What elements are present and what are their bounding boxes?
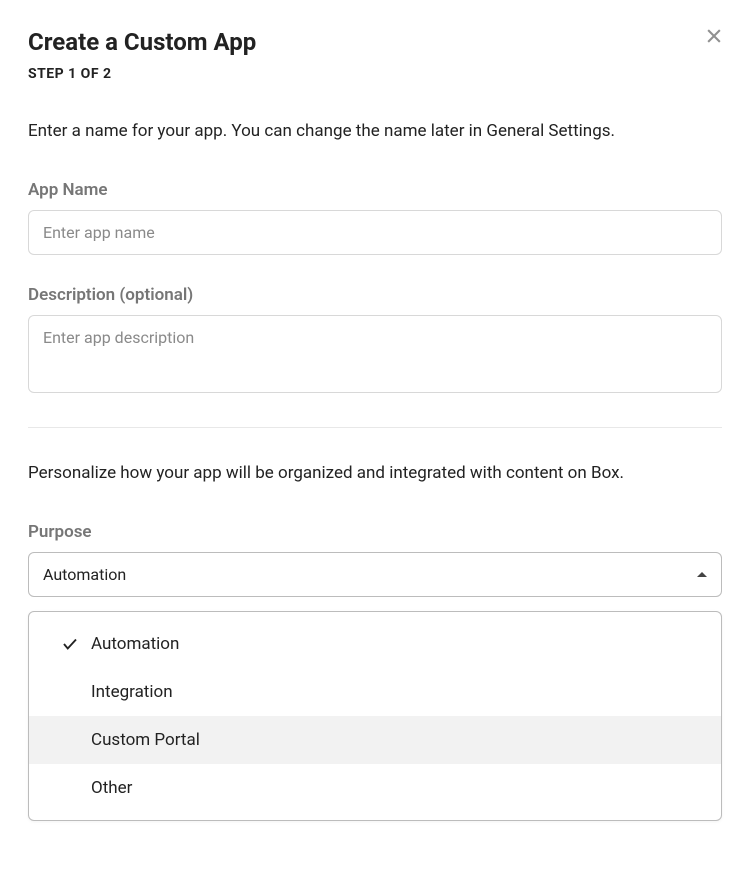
purpose-field-group: Purpose Automation Automation Integration… bbox=[28, 522, 722, 821]
close-icon bbox=[704, 26, 724, 46]
step-indicator: STEP 1 OF 2 bbox=[28, 66, 722, 82]
purpose-option[interactable]: Other bbox=[29, 764, 721, 812]
description-field-group: Description (optional) bbox=[28, 285, 722, 397]
purpose-label: Purpose bbox=[28, 522, 722, 542]
app-name-input[interactable] bbox=[28, 210, 722, 255]
app-name-field-group: App Name bbox=[28, 180, 722, 255]
purpose-option[interactable]: Custom Portal bbox=[29, 716, 721, 764]
purpose-option[interactable]: Integration bbox=[29, 668, 721, 716]
description-label: Description (optional) bbox=[28, 285, 722, 305]
personalize-text: Personalize how your app will be organiz… bbox=[28, 462, 722, 486]
intro-text: Enter a name for your app. You can chang… bbox=[28, 120, 722, 144]
purpose-dropdown-menu: Automation Integration Custom Portal Other bbox=[28, 611, 722, 821]
app-name-label: App Name bbox=[28, 180, 722, 200]
divider bbox=[28, 427, 722, 428]
caret-up-icon bbox=[697, 572, 707, 577]
purpose-option-label: Automation bbox=[91, 634, 179, 654]
purpose-option-label: Integration bbox=[91, 682, 173, 702]
purpose-option-label: Custom Portal bbox=[91, 730, 200, 750]
page-title: Create a Custom App bbox=[28, 28, 722, 56]
purpose-selected-value: Automation bbox=[43, 565, 126, 584]
purpose-option-label: Other bbox=[91, 778, 132, 798]
description-input[interactable] bbox=[28, 315, 722, 393]
check-icon bbox=[61, 635, 79, 653]
purpose-select[interactable]: Automation bbox=[28, 552, 722, 597]
close-button[interactable] bbox=[702, 24, 726, 48]
purpose-option[interactable]: Automation bbox=[29, 620, 721, 668]
